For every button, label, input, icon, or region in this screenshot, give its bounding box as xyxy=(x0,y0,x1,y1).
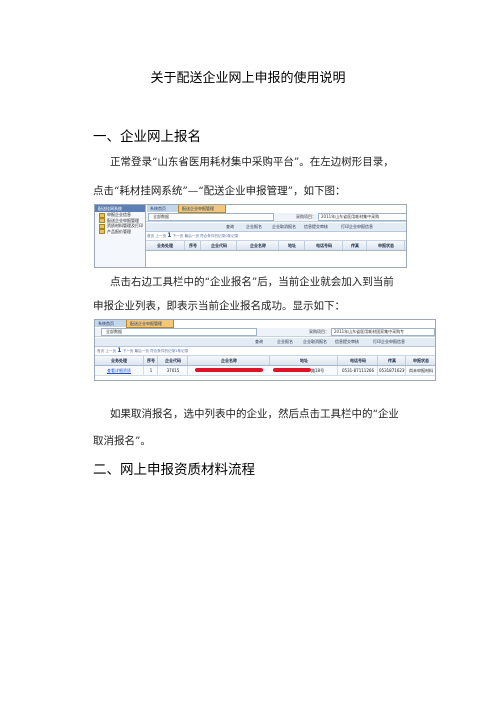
column-header: 传真 xyxy=(344,241,367,250)
pager-current-page: 1 xyxy=(117,347,122,354)
table-header: 业务处理 序号 企业代码 企业名称 地址 电话号码 传真 申报状态 xyxy=(146,240,406,251)
column-header: 申报状态 xyxy=(407,356,435,365)
folder-icon xyxy=(99,223,105,229)
tab-delivery-management[interactable]: 配送企业申报管理 xyxy=(178,205,226,213)
left-tree-panel: 配送挂网系统 申报企业信息 配送企业申报管理 资质材料管理及打印 产品报价管理 xyxy=(95,205,146,267)
view-details-link[interactable]: 查看详细资质 xyxy=(95,366,144,375)
column-header: 业务处理 xyxy=(146,241,185,250)
category-select[interactable]: 全部数据 xyxy=(148,213,274,221)
paragraph-login-line1: 正常登录“山东省医用耗材集中采购平台”。在左边树形目录， xyxy=(110,156,394,168)
print-info-button[interactable]: 打印企业申报信息 xyxy=(373,338,405,346)
submit-review-button[interactable]: 信息提交审核 xyxy=(335,338,359,346)
folder-icon xyxy=(99,212,105,218)
column-header: 序号 xyxy=(186,241,201,250)
toolbar: 查询 企业报名 企业取消报名 信息提交审核 打印企业申报信息 xyxy=(95,338,435,347)
paragraph-register-line1: 点击右边工具栏中的“企业报名”后，当前企业就会加入到当前 xyxy=(110,276,394,288)
address-tail: 路18号 xyxy=(311,366,338,375)
column-header: 业务处理 xyxy=(95,356,144,365)
left-panel-title: 配送挂网系统 xyxy=(95,205,145,212)
project-label: 采购项目： xyxy=(309,329,329,334)
print-info-button[interactable]: 打印企业申报信息 xyxy=(341,223,373,231)
project-label: 采购项目： xyxy=(296,214,316,219)
paragraph-register-line2: 申报企业列表，即表示当前企业报名成功。显示如下： xyxy=(93,300,345,312)
column-header: 电话号码 xyxy=(339,356,378,365)
column-header: 企业名称 xyxy=(238,241,279,250)
document-title: 关于配送企业网上申报的使用说明 xyxy=(150,71,346,86)
redacted-address xyxy=(273,368,311,372)
column-header: 电话号码 xyxy=(306,241,343,250)
cancel-registration-button[interactable]: 企业取消报名 xyxy=(272,223,296,231)
project-select[interactable]: 2011年山东省医用耗材国家集中采购专 xyxy=(331,328,435,336)
redacted-enterprise-name xyxy=(195,368,263,372)
table-header: 业务处理 序号 企业代码 企业名称 地址 电话号码 传真 申报状态 xyxy=(95,355,435,366)
fax-number: 053187162399 xyxy=(379,366,406,375)
tree-item-product-quotes[interactable]: 产品报价管理 xyxy=(95,229,145,234)
register-button[interactable]: 企业报名 xyxy=(277,338,293,346)
column-header: 企业名称 xyxy=(189,356,270,365)
column-header: 传真 xyxy=(379,356,406,365)
column-header: 企业代码 xyxy=(202,241,237,250)
screenshot-registered-list: 系统首页 配送企业申报管理 全部数据 采购项目： 2011年山东省医用耗材国家集… xyxy=(94,319,436,381)
pager: 首页 上一页 1 下一页 最后一页 符合条件的记录0条记录 xyxy=(147,232,239,239)
paragraph-cancel-line1: 如果取消报名，选中列表中的企业，然后点击工具栏中的“企业 xyxy=(110,408,399,420)
column-header: 地址 xyxy=(280,241,305,250)
cancel-registration-button[interactable]: 企业取消报名 xyxy=(303,338,327,346)
column-header: 申报状态 xyxy=(368,241,405,250)
enterprise-code: 37015 xyxy=(159,366,188,375)
category-select[interactable]: 全部数据 xyxy=(101,328,257,336)
status-cell: 尚未申报材料 xyxy=(407,366,435,375)
column-header: 企业代码 xyxy=(159,356,188,365)
row-index: 1 xyxy=(145,366,158,375)
tab-delivery-management[interactable]: 配送企业申报管理 xyxy=(126,320,174,328)
phone-number: 0531-87111266 xyxy=(339,366,378,375)
pager: 首页 上一页 1 下一页 最后一页 符合条件的记录1条记录 xyxy=(97,347,189,354)
section-heading-registration: 一、企业网上报名 xyxy=(93,129,201,145)
query-bar: 全部数据 采购项目： 2011年山东省医用耗材国家集中采购专 xyxy=(95,328,435,337)
pager-current-page: 1 xyxy=(167,232,172,239)
paragraph-login-line2: 点击“耗材挂网系统”—“配送企业申报管理”，如下图： xyxy=(93,185,346,197)
column-header: 序号 xyxy=(145,356,158,365)
query-button[interactable]: 查询 xyxy=(226,223,234,231)
screenshot-menu: 配送挂网系统 申报企业信息 配送企业申报管理 资质材料管理及打印 产品报价管理 … xyxy=(94,204,407,268)
toolbar: 查询 企业报名 企业取消报名 信息提交审核 打印企业申报信息 xyxy=(146,223,406,232)
register-button[interactable]: 企业报名 xyxy=(246,223,262,231)
submit-review-button[interactable]: 信息提交审核 xyxy=(304,223,328,231)
project-select[interactable]: 2011年山东省医用耗材集中采购 xyxy=(318,213,406,221)
table-row[interactable]: 查看详细资质 1 37015 路18号 0531-87111266 053187… xyxy=(95,366,435,376)
section-heading-qualification: 二、网上申报资质材料流程 xyxy=(93,462,255,478)
query-bar: 全部数据 采购项目： 2011年山东省医用耗材集中采购 xyxy=(146,213,406,222)
paragraph-cancel-line2: 取消报名”。 xyxy=(93,435,151,447)
query-button[interactable]: 查询 xyxy=(255,338,263,346)
column-header: 地址 xyxy=(271,356,338,365)
folder-icon xyxy=(99,229,105,234)
